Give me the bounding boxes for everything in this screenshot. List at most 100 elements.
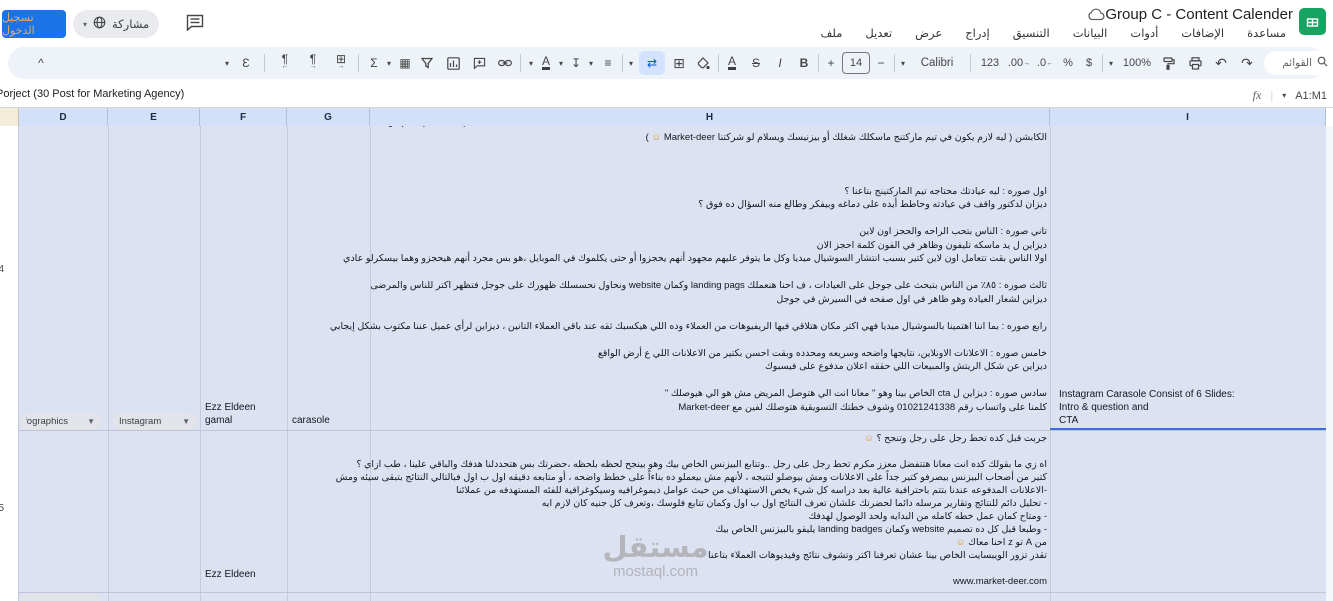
borders-button[interactable]: ⊞ bbox=[670, 47, 688, 79]
menu-insert[interactable]: إدراج bbox=[963, 25, 992, 41]
collapse-toolbar-button[interactable]: ^ bbox=[32, 47, 50, 79]
document-title[interactable]: Group C - Content Calender bbox=[1105, 6, 1293, 23]
decrease-decimal-button[interactable]: .0 bbox=[1036, 47, 1054, 79]
search-icon bbox=[1317, 56, 1328, 70]
sheets-logo-icon[interactable] bbox=[1299, 8, 1326, 35]
menu-view[interactable]: عرض bbox=[913, 25, 944, 41]
insert-link-button[interactable] bbox=[496, 47, 514, 79]
toolbar-search[interactable]: القوائم bbox=[1264, 51, 1333, 75]
cell-f15[interactable]: Ezz Eldeen bbox=[205, 569, 256, 580]
share-dropdown-caret[interactable]: ▾ bbox=[83, 20, 87, 29]
cell-text-line: Ezz Eldeen bbox=[205, 402, 256, 413]
text-rotation-button[interactable]: A bbox=[538, 47, 554, 79]
cloud-save-status-icon[interactable] bbox=[1088, 8, 1105, 26]
undo-button[interactable]: ↶ bbox=[1212, 47, 1230, 79]
cell-text-line: ديزاين ل يد ماسكه تليفون وظاهر في الفون … bbox=[816, 239, 1047, 251]
vertical-scrollbar-track[interactable] bbox=[1326, 126, 1333, 601]
paragraph-rtl-icon[interactable]: ¶ → bbox=[302, 47, 324, 79]
increase-decimal-button[interactable]: .00 bbox=[1008, 47, 1030, 79]
row-number-column: 14 15 bbox=[0, 126, 19, 601]
menu-edit[interactable]: تعديل bbox=[863, 25, 894, 41]
decrease-font-size-button[interactable]: − bbox=[874, 47, 888, 79]
dropdown-caret-icon[interactable]: ▾ bbox=[526, 47, 536, 79]
name-box[interactable]: A1:M1 bbox=[1295, 90, 1327, 102]
row-number-14[interactable]: 14 bbox=[0, 264, 4, 275]
paragraph-ltr-icon[interactable]: ¶ ← bbox=[274, 47, 296, 79]
increase-font-size-button[interactable]: + bbox=[824, 47, 838, 79]
cell-h14[interactable]: الكابشن ( ليه لازم يكون في تيم ماركتنج م… bbox=[330, 131, 1047, 415]
font-caret-icon[interactable]: ▾ bbox=[898, 47, 908, 79]
menu-format[interactable]: التنسيق bbox=[1011, 25, 1052, 41]
column-header-d[interactable]: D bbox=[19, 108, 108, 126]
sheet-direction-icon[interactable]: ⊞ → bbox=[330, 47, 352, 79]
paint-format-button[interactable] bbox=[1160, 47, 1178, 79]
dropdown-chip-d16-partial[interactable] bbox=[20, 594, 101, 601]
text-color-button[interactable]: A bbox=[724, 47, 740, 79]
number-format-button[interactable]: 123 bbox=[978, 47, 1002, 79]
horizontal-align-button[interactable]: ≡ bbox=[600, 47, 616, 79]
zoom-caret-icon[interactable]: ▾ bbox=[1106, 47, 1116, 79]
currency-epsilon-icon[interactable]: Ɛ bbox=[238, 47, 254, 79]
percent-format-button[interactable]: % bbox=[1060, 47, 1076, 79]
cell-h15[interactable]: جربت قبل كده تحط رجل على رجل وتنجح ؟ ☺ ا… bbox=[336, 432, 1047, 588]
insert-comment-button[interactable] bbox=[470, 47, 488, 79]
currency-format-button[interactable]: $ bbox=[1082, 47, 1096, 79]
insert-chart-button[interactable] bbox=[444, 47, 462, 79]
vertical-align-button[interactable]: ↧ bbox=[568, 47, 584, 79]
dropdown-chip-d14[interactable]: Infographics ▼ bbox=[20, 413, 101, 430]
dropdown-caret-icon[interactable]: ▾ bbox=[222, 47, 232, 79]
column-header-g[interactable]: G bbox=[287, 108, 370, 126]
menu-file[interactable]: ملف bbox=[819, 25, 845, 41]
print-button[interactable] bbox=[1186, 47, 1204, 79]
gridline bbox=[108, 126, 109, 601]
functions-sum-button[interactable]: Σ bbox=[366, 47, 382, 79]
dropdown-caret-icon[interactable]: ▾ bbox=[556, 47, 566, 79]
formula-bar-content[interactable]: Porject (30 Post for Marketing Agency) bbox=[0, 88, 184, 100]
cell-text-line: ديزان لدكتور واقف في عيادته وحاطط أيده ع… bbox=[698, 199, 1047, 210]
filter-button[interactable] bbox=[418, 47, 436, 79]
spreadsheet-grid[interactable]: 14 15 Infographics ▼ Instagram ▼ Ezz Eld… bbox=[0, 126, 1333, 601]
zoom-select[interactable]: 100% bbox=[1118, 47, 1156, 79]
cell-text-line: تاني صوره : الناس بتحب الراحه والحجز اون… bbox=[859, 226, 1047, 237]
menu-help[interactable]: مساعدة bbox=[1245, 25, 1288, 41]
merge-caret-icon[interactable]: ▾ bbox=[626, 47, 636, 79]
italic-button[interactable]: I bbox=[772, 47, 788, 79]
fill-color-button[interactable] bbox=[694, 47, 712, 79]
merge-cells-button-active[interactable]: ⇄ bbox=[638, 47, 666, 79]
strikethrough-button[interactable]: S bbox=[748, 47, 764, 79]
bold-button[interactable]: B bbox=[796, 47, 812, 79]
menu-tools[interactable]: أدوات bbox=[1128, 25, 1160, 41]
pivot-table-button[interactable]: ▦ bbox=[396, 47, 414, 79]
cell-text-line bbox=[370, 374, 1047, 388]
row-header-corner[interactable] bbox=[0, 108, 19, 126]
column-header-h[interactable]: H bbox=[370, 108, 1050, 126]
share-label: مشاركة bbox=[112, 19, 150, 31]
redo-button[interactable]: ↷ bbox=[1238, 47, 1256, 79]
dropdown-chip-e14[interactable]: Instagram ▼ bbox=[113, 413, 196, 430]
share-button[interactable]: مشاركة ▾ bbox=[73, 10, 160, 38]
row-number-15[interactable]: 15 bbox=[0, 503, 4, 514]
cell-text-line: Instagram Carasole Consist of 6 Slides: bbox=[1059, 389, 1235, 400]
font-select[interactable]: Calibri bbox=[912, 47, 962, 79]
cell-text-line: سادس صوره : ديزاين ل cta الخاص بينا وهو … bbox=[664, 388, 1047, 399]
column-header-e[interactable]: E bbox=[108, 108, 200, 126]
gridline bbox=[1050, 126, 1051, 601]
cell-text-line: جربت قبل كده تحط رجل على رجل وتنجح ؟ ☺ bbox=[864, 433, 1047, 444]
dropdown-caret-icon[interactable]: ▾ bbox=[586, 47, 596, 79]
formula-bar[interactable]: Porject (30 Post for Marketing Agency) A… bbox=[0, 84, 1333, 108]
cell-f14[interactable]: Ezz Eldeen gamal bbox=[205, 402, 256, 428]
column-header-f[interactable]: F bbox=[200, 108, 287, 126]
cell-text-line: - ومتاح كمان عمل خطه كامله من البدايه ول… bbox=[808, 511, 1047, 522]
functions-caret-icon[interactable]: ▾ bbox=[384, 47, 394, 79]
menu-extensions[interactable]: الإضافات bbox=[1179, 25, 1226, 41]
cell-i14[interactable]: Instagram Carasole Consist of 6 Slides: I… bbox=[1059, 389, 1235, 427]
menu-data[interactable]: البيانات bbox=[1071, 25, 1110, 41]
sign-in-button[interactable]: تسجيل الدخول bbox=[2, 10, 66, 38]
font-size-input[interactable]: 14 bbox=[842, 47, 870, 79]
cell-text-line bbox=[370, 212, 1047, 226]
cell-g14[interactable]: carasole bbox=[292, 415, 330, 426]
name-box-caret-icon[interactable]: ▾ bbox=[1282, 91, 1286, 100]
comment-history-icon[interactable] bbox=[186, 14, 204, 36]
column-header-i[interactable]: I bbox=[1050, 108, 1326, 126]
chip-value: Instagram bbox=[119, 416, 162, 427]
